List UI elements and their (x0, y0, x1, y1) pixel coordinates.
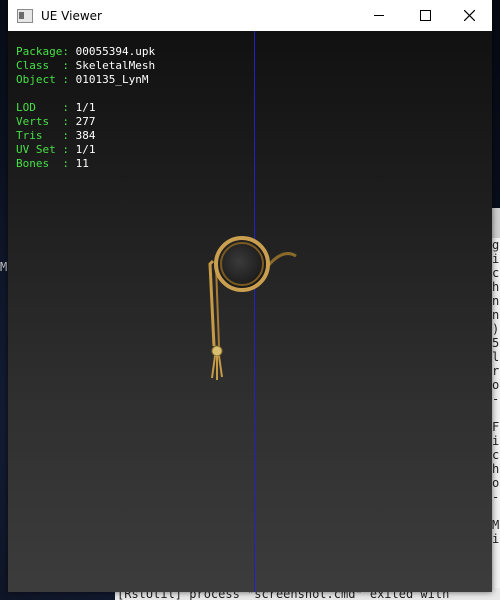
mesh-info-overlay: Package: 00055394.upk Class : SkeletalMe… (16, 45, 155, 171)
app-icon (17, 8, 33, 23)
console-line: - (492, 392, 500, 406)
monocle-mesh (208, 236, 297, 380)
info-uvset: UV Set : 1/1 (16, 143, 96, 156)
ue-viewer-window[interactable]: UE Viewer Package: 00055394.upk Class : … (8, 0, 492, 592)
console-line: c (492, 448, 500, 462)
console-line: l (492, 350, 500, 364)
console-line: n (492, 294, 500, 308)
console-line: i (492, 252, 500, 266)
console-line: o (492, 378, 500, 392)
info-lod: LOD : 1/1 (16, 101, 96, 114)
3d-viewport[interactable]: Package: 00055394.upk Class : SkeletalMe… (8, 31, 492, 592)
console-line: o (492, 476, 500, 490)
console-line: g (492, 238, 500, 252)
close-button[interactable] (446, 0, 492, 31)
console-line: r (492, 364, 500, 378)
info-bones: Bones : 11 (16, 157, 89, 170)
desktop-text-fragment: M (0, 260, 8, 274)
close-icon (463, 10, 475, 21)
info-object: Object : 010135_LynM (16, 73, 149, 86)
info-verts: Verts : 277 (16, 115, 96, 128)
console-line: - (492, 490, 500, 504)
console-line: 5 (492, 336, 500, 350)
console-line: i (492, 434, 500, 448)
minimize-icon (374, 15, 384, 16)
info-class: Class : SkeletalMesh (16, 59, 156, 72)
window-title: UE Viewer (41, 8, 102, 23)
console-line: n (492, 308, 500, 322)
console-line: M (492, 518, 500, 532)
console-line: i (492, 532, 500, 546)
maximize-icon (419, 10, 431, 21)
console-line: ) (492, 322, 500, 336)
console-line: F (492, 420, 500, 434)
console-line: h (492, 280, 500, 294)
minimize-button[interactable] (356, 0, 402, 31)
info-package: Package: 00055394.upk (16, 45, 156, 58)
console-line: h (492, 462, 500, 476)
console-line: c (492, 266, 500, 280)
title-bar[interactable]: UE Viewer (8, 0, 492, 31)
maximize-button[interactable] (402, 0, 448, 31)
info-tris: Tris : 384 (16, 129, 96, 142)
